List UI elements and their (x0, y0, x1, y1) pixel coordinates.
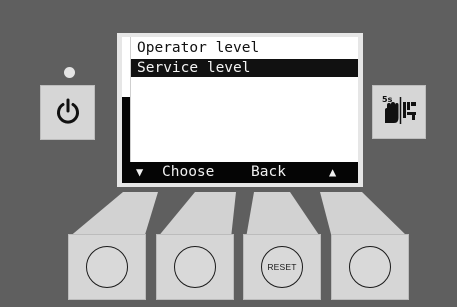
power-button[interactable] (40, 85, 95, 140)
manual-mode-button[interactable]: 5s (372, 85, 426, 139)
menu-item-operator-level[interactable]: Operator level (131, 39, 358, 57)
scrollbar-thumb (122, 37, 130, 97)
softkey-choose-label: Choose (162, 164, 215, 180)
softkey-button-down[interactable] (68, 234, 146, 300)
lcd-screen: Operator level Service level ▼ Choose Ba… (122, 37, 358, 183)
status-led (64, 67, 75, 78)
manual-mode-hand-icon: 5s (379, 93, 419, 131)
power-icon (54, 97, 82, 129)
reset-label: RESET (267, 262, 297, 272)
manual-badge-text: 5s (382, 95, 393, 104)
softkey-up-arrow-icon: ▲ (329, 165, 337, 179)
softkey-button-up[interactable] (331, 234, 409, 300)
softkey-button-down-circle (86, 246, 128, 288)
softkey-guide-4 (310, 192, 425, 238)
softkey-back-label: Back (251, 164, 286, 180)
softkey-bar: ▼ Choose Back ▲ (122, 162, 358, 183)
softkey-button-choose[interactable] (156, 234, 234, 300)
reset-button[interactable]: RESET (243, 234, 321, 300)
reset-button-circle: RESET (261, 246, 303, 288)
softkey-button-up-circle (349, 246, 391, 288)
softkey-button-choose-circle (174, 246, 216, 288)
softkey-down-arrow-icon: ▼ (136, 165, 144, 179)
menu-list: Operator level Service level (131, 37, 358, 162)
menu-item-service-level[interactable]: Service level (131, 59, 358, 77)
control-panel: 5s Operator level Service level ▼ Choose… (0, 0, 457, 307)
